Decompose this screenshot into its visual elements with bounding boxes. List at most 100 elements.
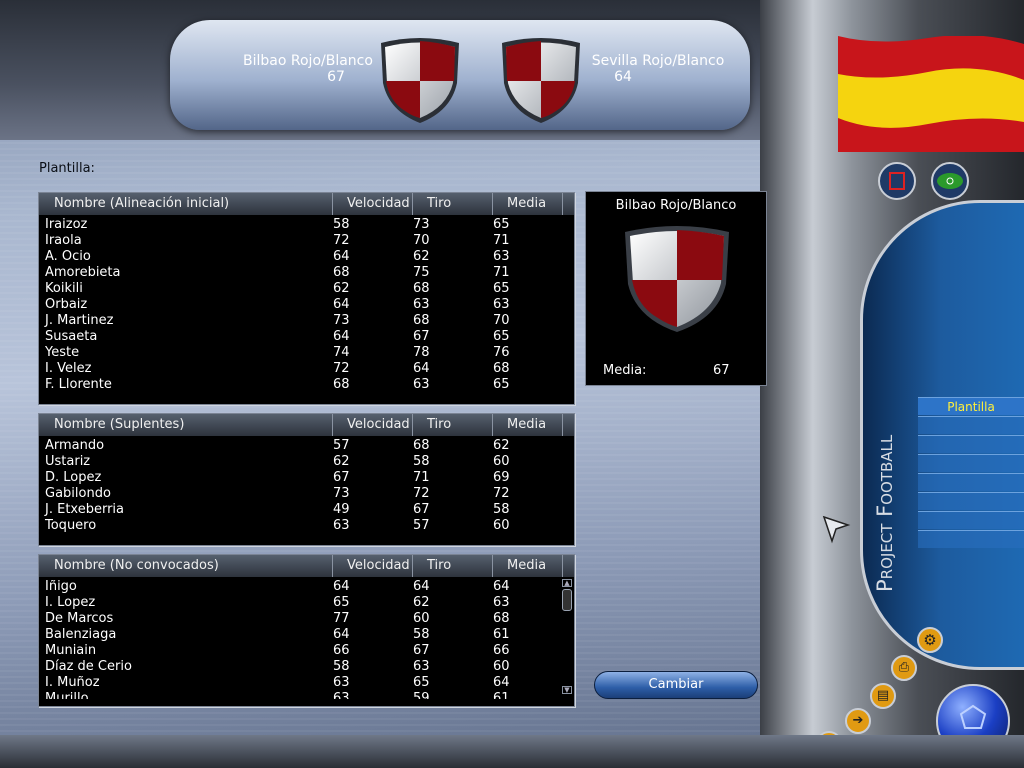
menu-item[interactable] <box>918 416 1024 434</box>
player-avg: 72 <box>493 486 510 501</box>
player-row[interactable]: Iñigo 64 64 64 <box>39 579 574 595</box>
player-row[interactable]: F. Llorente 68 63 65 <box>39 377 574 393</box>
player-row[interactable]: Yeste 74 78 76 <box>39 345 574 361</box>
reserves-col-shot[interactable]: Tiro <box>413 555 493 577</box>
menu-item[interactable] <box>918 492 1024 510</box>
starters-col-name[interactable]: Nombre (Alineación inicial) <box>39 193 333 215</box>
player-shot: 71 <box>413 470 430 485</box>
change-button[interactable]: Cambiar <box>594 671 758 699</box>
player-row[interactable]: J. Martinez 73 68 70 <box>39 313 574 329</box>
player-row[interactable]: Díaz de Cerio 58 63 60 <box>39 659 574 675</box>
player-row[interactable]: Iraola 72 70 71 <box>39 233 574 249</box>
spain-flag-icon <box>838 36 1024 152</box>
home-team-name: Bilbao Rojo/Blanco <box>243 53 373 69</box>
player-row[interactable]: De Marcos 77 60 68 <box>39 611 574 627</box>
starters-col-shot[interactable]: Tiro <box>413 193 493 215</box>
player-avg: 60 <box>493 518 510 533</box>
player-row[interactable]: J. Etxeberria 49 67 58 <box>39 502 574 518</box>
lineup-icon <box>889 172 905 190</box>
settings-button[interactable]: ⚙ <box>917 627 943 653</box>
home-team-header: Bilbao Rojo/Blanco 67 <box>240 53 376 85</box>
player-avg: 65 <box>493 329 510 344</box>
menu-item-plantilla[interactable]: Plantilla <box>918 397 1024 415</box>
team-card-name: Bilbao Rojo/Blanco <box>615 198 737 213</box>
player-avg: 61 <box>493 691 510 699</box>
subs-col-avg[interactable]: Media <box>493 414 563 436</box>
player-avg: 63 <box>493 249 510 264</box>
subs-table: Nombre (Suplentes) Velocidad Tiro Media … <box>38 413 575 546</box>
player-name: Murillo <box>45 691 89 699</box>
player-row[interactable]: Koikili 62 68 65 <box>39 281 574 297</box>
reserves-col-name[interactable]: Nombre (No convocados) <box>39 555 333 577</box>
player-name: Iraizoz <box>45 217 88 232</box>
player-speed: 65 <box>333 595 350 610</box>
field-icon <box>937 173 963 189</box>
menu-item[interactable] <box>918 511 1024 529</box>
player-name: Iñigo <box>45 579 77 594</box>
player-row[interactable]: D. Lopez 67 71 69 <box>39 470 574 486</box>
player-row[interactable]: I. Muñoz 63 65 64 <box>39 675 574 691</box>
scroll-down-icon[interactable]: ▼ <box>562 686 572 694</box>
menu-item[interactable] <box>918 454 1024 472</box>
print-icon: ⎙ <box>898 660 910 675</box>
player-avg: 65 <box>493 377 510 392</box>
field-button[interactable] <box>931 162 969 200</box>
cursor-arrow-icon <box>822 515 851 544</box>
player-row[interactable]: Armando 57 68 62 <box>39 438 574 454</box>
player-row[interactable]: Muniain 66 67 66 <box>39 643 574 659</box>
player-row[interactable]: A. Ocio 64 62 63 <box>39 249 574 265</box>
player-name: Amorebieta <box>45 265 121 280</box>
reserves-rows: Iñigo 64 64 64 I. Lopez 65 62 63 De Marcos 77 60 68… <box>39 579 574 699</box>
starters-col-avg[interactable]: Media <box>493 193 563 215</box>
player-avg: 64 <box>493 675 510 690</box>
exit-icon: ➔ <box>852 713 864 728</box>
player-speed: 74 <box>333 345 350 360</box>
lineup-button[interactable] <box>878 162 916 200</box>
player-name: Gabilondo <box>45 486 111 501</box>
menu-item[interactable] <box>918 435 1024 453</box>
subs-col-name[interactable]: Nombre (Suplentes) <box>39 414 333 436</box>
menu-item[interactable] <box>918 530 1024 548</box>
exit-button[interactable]: ➔ <box>845 708 871 734</box>
player-row[interactable]: I. Lopez 65 62 63 <box>39 595 574 611</box>
player-speed: 68 <box>333 377 350 392</box>
player-shot: 59 <box>413 691 430 699</box>
player-speed: 77 <box>333 611 350 626</box>
player-row[interactable]: Iraizoz 58 73 65 <box>39 217 574 233</box>
menu-item[interactable] <box>918 473 1024 491</box>
player-speed: 64 <box>333 329 350 344</box>
player-shot: 70 <box>413 233 430 248</box>
player-row[interactable]: Amorebieta 68 75 71 <box>39 265 574 281</box>
reserves-header: Nombre (No convocados) Velocidad Tiro Me… <box>39 555 574 577</box>
player-row[interactable]: Gabilondo 73 72 72 <box>39 486 574 502</box>
player-shot: 58 <box>413 627 430 642</box>
player-row[interactable]: Orbaiz 64 63 63 <box>39 297 574 313</box>
subs-col-shot[interactable]: Tiro <box>413 414 493 436</box>
starters-header: Nombre (Alineación inicial) Velocidad Ti… <box>39 193 574 215</box>
starters-col-speed[interactable]: Velocidad <box>333 193 413 215</box>
team-card-avg-label: Media: <box>603 363 647 378</box>
player-speed: 63 <box>333 518 350 533</box>
player-speed: 49 <box>333 502 350 517</box>
brand-text: Project Football <box>873 434 897 592</box>
player-row[interactable]: Susaeta 64 67 65 <box>39 329 574 345</box>
player-row[interactable]: Ustariz 62 58 60 <box>39 454 574 470</box>
scroll-up-icon[interactable]: ▲ <box>562 579 572 587</box>
print-button[interactable]: ⎙ <box>891 655 917 681</box>
player-row[interactable]: Balenziaga 64 58 61 <box>39 627 574 643</box>
reserves-scrollbar[interactable]: ▲ ▼ <box>561 579 573 696</box>
player-row[interactable]: I. Velez 72 64 68 <box>39 361 574 377</box>
reserves-col-speed[interactable]: Velocidad <box>333 555 413 577</box>
player-row[interactable]: Murillo 63 59 61 <box>39 691 574 699</box>
player-speed: 73 <box>333 486 350 501</box>
player-speed: 73 <box>333 313 350 328</box>
player-avg: 70 <box>493 313 510 328</box>
player-name: Iraola <box>45 233 82 248</box>
player-avg: 69 <box>493 470 510 485</box>
subs-col-speed[interactable]: Velocidad <box>333 414 413 436</box>
save-button[interactable]: ▤ <box>870 683 896 709</box>
scroll-thumb[interactable] <box>562 589 572 611</box>
reserves-col-avg[interactable]: Media <box>493 555 563 577</box>
player-speed: 63 <box>333 691 350 699</box>
player-row[interactable]: Toquero 63 57 60 <box>39 518 574 534</box>
